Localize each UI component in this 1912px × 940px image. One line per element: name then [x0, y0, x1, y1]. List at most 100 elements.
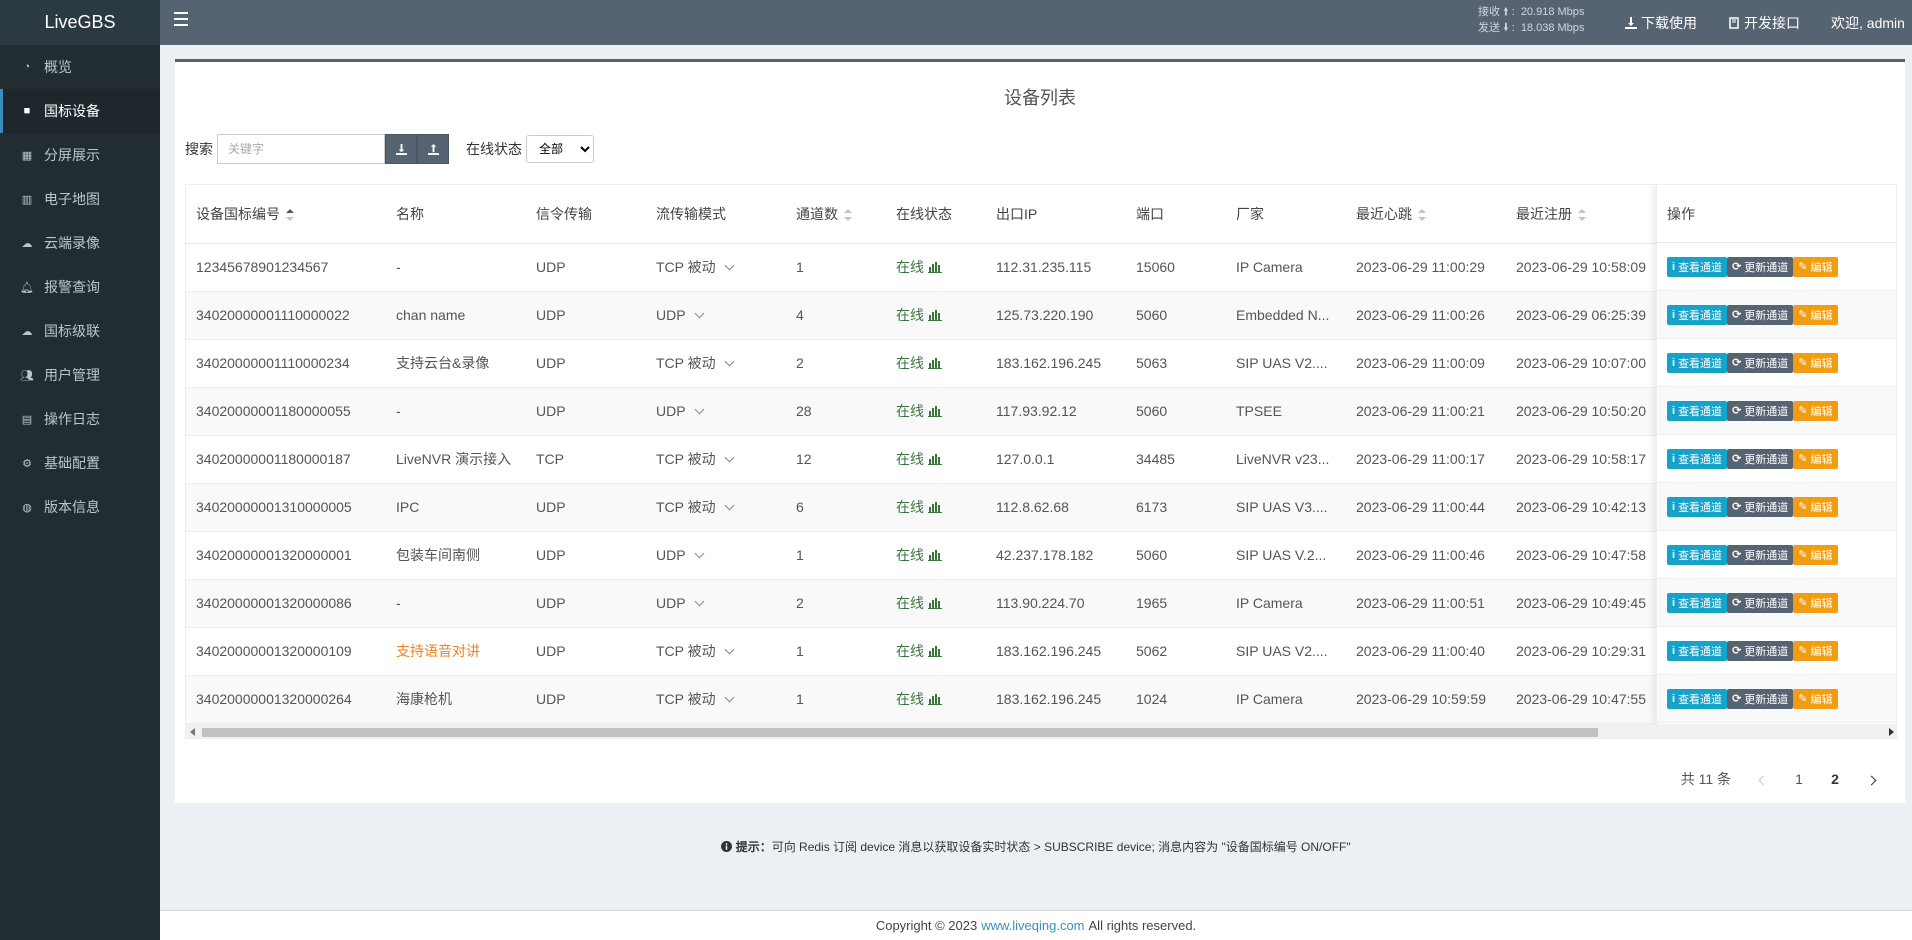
chevron-down-icon[interactable]: [724, 260, 735, 271]
cell-stream[interactable]: UDP: [646, 387, 786, 436]
bar-chart-icon[interactable]: [928, 645, 942, 657]
edit-button[interactable]: ✎ 编辑: [1793, 448, 1838, 469]
update-channels-button[interactable]: ⟳ 更新通道: [1727, 448, 1794, 469]
view-channels-button[interactable]: i 查看通道: [1667, 352, 1728, 373]
update-channels-button[interactable]: ⟳ 更新通道: [1727, 544, 1794, 565]
sidebar-item-5[interactable]: 🔔︎ 报警查询: [0, 265, 160, 309]
view-channels-button[interactable]: i 查看通道: [1667, 688, 1728, 709]
chevron-down-icon[interactable]: [694, 548, 705, 559]
cell-stream[interactable]: TCP 被动: [646, 243, 786, 292]
bar-chart-icon[interactable]: [928, 261, 942, 273]
horizontal-scrollbar[interactable]: [186, 724, 1896, 738]
edit-button[interactable]: ✎ 编辑: [1793, 592, 1838, 613]
cell-stream[interactable]: UDP: [646, 579, 786, 628]
update-channels-button[interactable]: ⟳ 更新通道: [1727, 304, 1794, 325]
scrollbar-thumb[interactable]: [202, 728, 1598, 737]
chevron-down-icon[interactable]: [694, 308, 705, 319]
next-page-button[interactable]: [1853, 771, 1889, 787]
user-menu[interactable]: 欢迎, admin: [1831, 0, 1905, 45]
import-button[interactable]: [417, 134, 449, 164]
website-link[interactable]: www.liveqing.com: [981, 918, 1084, 933]
sort-icon[interactable]: [844, 209, 852, 222]
page-2-button[interactable]: 2: [1817, 771, 1853, 787]
update-channels-button[interactable]: ⟳ 更新通道: [1727, 496, 1794, 517]
chevron-down-icon[interactable]: [724, 500, 735, 511]
sidebar-item-0[interactable]: ◔ 概览: [0, 45, 160, 89]
update-channels-button[interactable]: ⟳ 更新通道: [1727, 640, 1794, 661]
page-1-button[interactable]: 1: [1781, 771, 1817, 787]
view-channels-button[interactable]: i 查看通道: [1667, 400, 1728, 421]
prev-page-button[interactable]: [1745, 771, 1781, 787]
chevron-down-icon[interactable]: [694, 404, 705, 415]
search-input[interactable]: [217, 134, 385, 164]
scroll-right-icon[interactable]: [1889, 728, 1894, 736]
sidebar-item-7[interactable]: 👥︎ 用户管理: [0, 353, 160, 397]
update-channels-button[interactable]: ⟳ 更新通道: [1727, 400, 1794, 421]
bar-chart-icon[interactable]: [928, 693, 942, 705]
column-header-0[interactable]: 设备国标编号: [186, 185, 386, 244]
edit-button[interactable]: ✎ 编辑: [1793, 352, 1838, 373]
edit-button[interactable]: ✎ 编辑: [1793, 256, 1838, 277]
bar-chart-icon[interactable]: [928, 453, 942, 465]
api-link[interactable]: 开发接口: [1728, 0, 1800, 45]
edit-button[interactable]: ✎ 编辑: [1793, 400, 1838, 421]
update-channels-button[interactable]: ⟳ 更新通道: [1727, 592, 1794, 613]
edit-button[interactable]: ✎ 编辑: [1793, 544, 1838, 565]
chevron-down-icon[interactable]: [724, 356, 735, 367]
update-channels-button[interactable]: ⟳ 更新通道: [1727, 256, 1794, 277]
view-channels-button[interactable]: i 查看通道: [1667, 448, 1728, 469]
view-channels-button[interactable]: i 查看通道: [1667, 496, 1728, 517]
scroll-left-icon[interactable]: [190, 728, 195, 736]
sort-icon[interactable]: [1578, 209, 1586, 222]
cell-stream[interactable]: TCP 被动: [646, 627, 786, 676]
edit-button[interactable]: ✎ 编辑: [1793, 688, 1838, 709]
refresh-icon: ⟳: [1732, 405, 1742, 417]
sort-icon[interactable]: [286, 209, 294, 222]
view-channels-button[interactable]: i 查看通道: [1667, 256, 1728, 277]
cell-stream[interactable]: TCP 被动: [646, 339, 786, 388]
sidebar-item-6[interactable]: ☁ 国标级联: [0, 309, 160, 353]
update-channels-button[interactable]: ⟳ 更新通道: [1727, 352, 1794, 373]
cell-stream[interactable]: TCP 被动: [646, 483, 786, 532]
view-channels-button[interactable]: i 查看通道: [1667, 640, 1728, 661]
sidebar-item-8[interactable]: ▤ 操作日志: [0, 397, 160, 441]
bar-chart-icon[interactable]: [928, 549, 942, 561]
sidebar-item-3[interactable]: ▥ 电子地图: [0, 177, 160, 221]
bar-chart-icon[interactable]: [928, 357, 942, 369]
cell-heartbeat-text: 2023-06-29 11:00:17: [1356, 451, 1485, 467]
edit-button[interactable]: ✎ 编辑: [1793, 496, 1838, 517]
chevron-down-icon[interactable]: [724, 692, 735, 703]
sidebar-item-2[interactable]: ▦ 分屏展示: [0, 133, 160, 177]
status-filter-select[interactable]: 全部: [526, 135, 594, 163]
app-logo[interactable]: LiveGBS: [0, 0, 160, 45]
sidebar-item-4[interactable]: ☁ 云端录像: [0, 221, 160, 265]
export-button[interactable]: [385, 134, 417, 164]
bar-chart-icon[interactable]: [928, 597, 942, 609]
download-link[interactable]: 下载使用: [1625, 0, 1697, 45]
view-channels-button[interactable]: i 查看通道: [1667, 304, 1728, 325]
view-channels-button[interactable]: i 查看通道: [1667, 544, 1728, 565]
chevron-down-icon[interactable]: [694, 596, 705, 607]
cell-stream[interactable]: TCP 被动: [646, 435, 786, 484]
edit-button[interactable]: ✎ 编辑: [1793, 640, 1838, 661]
edit-button[interactable]: ✎ 编辑: [1793, 304, 1838, 325]
chevron-down-icon[interactable]: [724, 452, 735, 463]
column-header-4[interactable]: 通道数: [786, 185, 886, 244]
sidebar-item-1[interactable]: ■ 国标设备: [0, 89, 160, 133]
sort-icon[interactable]: [1418, 209, 1426, 222]
sidebar-item-9[interactable]: ⚙ 基础配置: [0, 441, 160, 485]
view-channels-button[interactable]: i 查看通道: [1667, 592, 1728, 613]
cell-stream[interactable]: UDP: [646, 531, 786, 580]
edit-button-label: 编辑: [1810, 501, 1833, 514]
column-header-10[interactable]: 最近注册: [1506, 185, 1666, 244]
update-channels-button[interactable]: ⟳ 更新通道: [1727, 688, 1794, 709]
bar-chart-icon[interactable]: [928, 501, 942, 513]
bar-chart-icon[interactable]: [928, 309, 942, 321]
bar-chart-icon[interactable]: [928, 405, 942, 417]
cell-stream[interactable]: UDP: [646, 291, 786, 340]
chevron-down-icon[interactable]: [724, 644, 735, 655]
menu-toggle-icon[interactable]: [174, 12, 188, 26]
sidebar-item-10[interactable]: ◍ 版本信息: [0, 485, 160, 529]
cell-stream[interactable]: TCP 被动: [646, 675, 786, 724]
column-header-9[interactable]: 最近心跳: [1346, 185, 1506, 244]
